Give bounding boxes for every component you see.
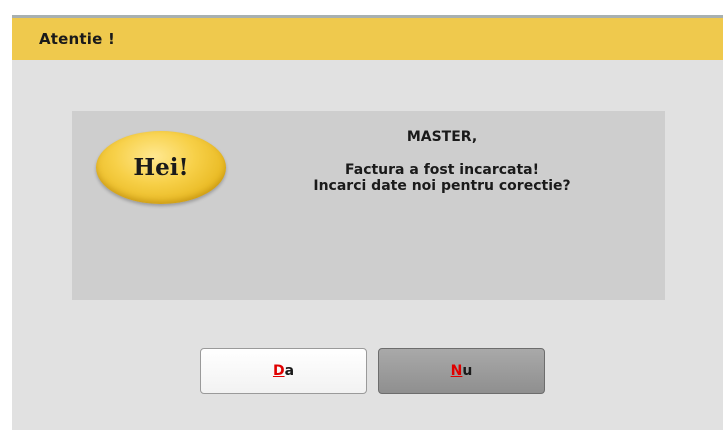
dialog-titlebar: Atentie ! [12, 18, 723, 60]
hei-badge-text: Hei! [133, 154, 189, 181]
confirm-dialog: Atentie ! Hei! MASTER, Factura a fost in… [12, 18, 723, 430]
yes-button-mnemonic: D [272, 363, 285, 379]
dialog-title: Atentie ! [39, 30, 115, 48]
no-button-label: u [462, 363, 473, 379]
message-panel: Hei! MASTER, Factura a fost incarcata! I… [72, 111, 665, 300]
no-button-mnemonic: N [450, 363, 463, 379]
message-heading: MASTER, [406, 129, 478, 145]
yes-button-label: a [284, 363, 295, 379]
message-line-2: Incarci date noi pentru corectie? [313, 178, 571, 194]
message-line-1: Factura a fost incarcata! [345, 162, 539, 178]
yes-button[interactable]: Da [200, 348, 367, 394]
no-button[interactable]: Nu [378, 348, 545, 394]
hei-badge-icon: Hei! [96, 131, 226, 204]
